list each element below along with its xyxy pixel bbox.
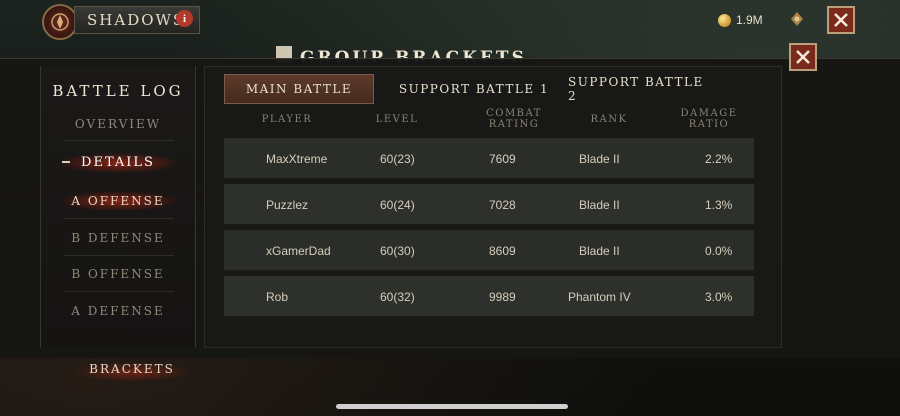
cell-combat-rating: 8609 bbox=[489, 244, 516, 258]
table-row[interactable]: Puzzlez 60(24) 7028 Blade II 1.3% bbox=[224, 184, 754, 226]
cell-player: Puzzlez bbox=[266, 198, 309, 212]
header-damage-ratio: DAMAGE RATIO bbox=[664, 104, 754, 134]
cell-rank: Blade II bbox=[579, 152, 620, 166]
clan-emblem-icon[interactable] bbox=[42, 4, 78, 40]
header-level: LEVEL bbox=[375, 113, 419, 125]
header-player: PLAYER bbox=[261, 113, 313, 125]
cell-damage-ratio: 0.0% bbox=[705, 244, 733, 258]
sidebar-divider bbox=[64, 140, 174, 141]
close-icon bbox=[796, 50, 810, 64]
table-row[interactable]: Rob 60(32) 9989 Phantom IV 3.0% bbox=[224, 276, 754, 318]
header-rank: RANK bbox=[590, 113, 628, 125]
cell-damage-ratio: 3.0% bbox=[705, 290, 733, 304]
tab-main-battle[interactable]: MAIN BATTLE bbox=[224, 74, 374, 104]
clan-name: SHADOWS bbox=[87, 11, 186, 29]
cell-rank: Blade II bbox=[579, 198, 620, 212]
cell-level: 60(23) bbox=[380, 152, 415, 166]
cell-combat-rating: 7028 bbox=[489, 198, 516, 212]
header-combat-line2: RATING bbox=[488, 119, 540, 130]
info-icon[interactable]: i bbox=[176, 10, 193, 27]
table-header: PLAYER LEVEL COMBAT RATING RANK DAMAGE R… bbox=[224, 104, 754, 134]
top-bar: SHADOWS i 1.9M bbox=[0, 0, 900, 44]
sidebar-divider bbox=[64, 218, 174, 219]
tab-support-battle-1[interactable]: SUPPORT BATTLE 1 bbox=[394, 74, 554, 104]
sidebar-divider bbox=[64, 255, 174, 256]
sidebar-title: BATTLE LOG bbox=[52, 82, 184, 100]
header-combat-rating: COMBAT RATING bbox=[454, 104, 574, 134]
cell-rank: Blade II bbox=[579, 244, 620, 258]
sidebar-item-b-defense[interactable]: B DEFENSE bbox=[40, 231, 196, 245]
gold-display: 1.9M bbox=[718, 10, 763, 30]
cell-level: 60(32) bbox=[380, 290, 415, 304]
gold-amount: 1.9M bbox=[736, 13, 763, 27]
cell-level: 60(24) bbox=[380, 198, 415, 212]
header-damage-line2: RATIO bbox=[688, 119, 730, 130]
table-row[interactable]: xGamerDad 60(30) 8609 Blade II 0.0% bbox=[224, 230, 754, 272]
header-combat-line1: COMBAT bbox=[486, 108, 542, 119]
cell-player: Rob bbox=[266, 290, 289, 304]
cell-rank: Phantom IV bbox=[568, 290, 631, 304]
rune-icon[interactable] bbox=[788, 10, 806, 28]
cell-damage-ratio: 2.2% bbox=[705, 152, 733, 166]
home-indicator[interactable] bbox=[336, 404, 568, 409]
tab-support-battle-2[interactable]: SUPPORT BATTLE 2 bbox=[568, 74, 718, 104]
cell-combat-rating: 7609 bbox=[489, 152, 516, 166]
header-damage-line1: DAMAGE bbox=[680, 108, 738, 119]
sidebar-item-a-offense[interactable]: A OFFENSE bbox=[40, 194, 196, 208]
cell-player: MaxXtreme bbox=[266, 152, 328, 166]
cell-player: xGamerDad bbox=[266, 244, 331, 258]
close-battle-log-button[interactable] bbox=[789, 43, 817, 71]
table-row[interactable]: MaxXtreme 60(23) 7609 Blade II 2.2% bbox=[224, 138, 754, 180]
cell-damage-ratio: 1.3% bbox=[705, 198, 733, 212]
cell-level: 60(30) bbox=[380, 244, 415, 258]
sidebar-divider bbox=[64, 291, 174, 292]
close-window-button[interactable] bbox=[827, 6, 855, 34]
close-icon bbox=[834, 13, 848, 27]
cell-combat-rating: 9989 bbox=[489, 290, 516, 304]
brackets-button[interactable]: BRACKETS bbox=[80, 362, 184, 382]
sidebar-item-details[interactable]: DETAILS bbox=[40, 155, 196, 170]
sidebar-item-a-defense[interactable]: A DEFENSE bbox=[40, 304, 196, 318]
sidebar-item-b-offense[interactable]: B OFFENSE bbox=[40, 267, 196, 281]
gold-coin-icon bbox=[718, 13, 731, 27]
sidebar-item-overview[interactable]: OVERVIEW bbox=[40, 117, 196, 131]
